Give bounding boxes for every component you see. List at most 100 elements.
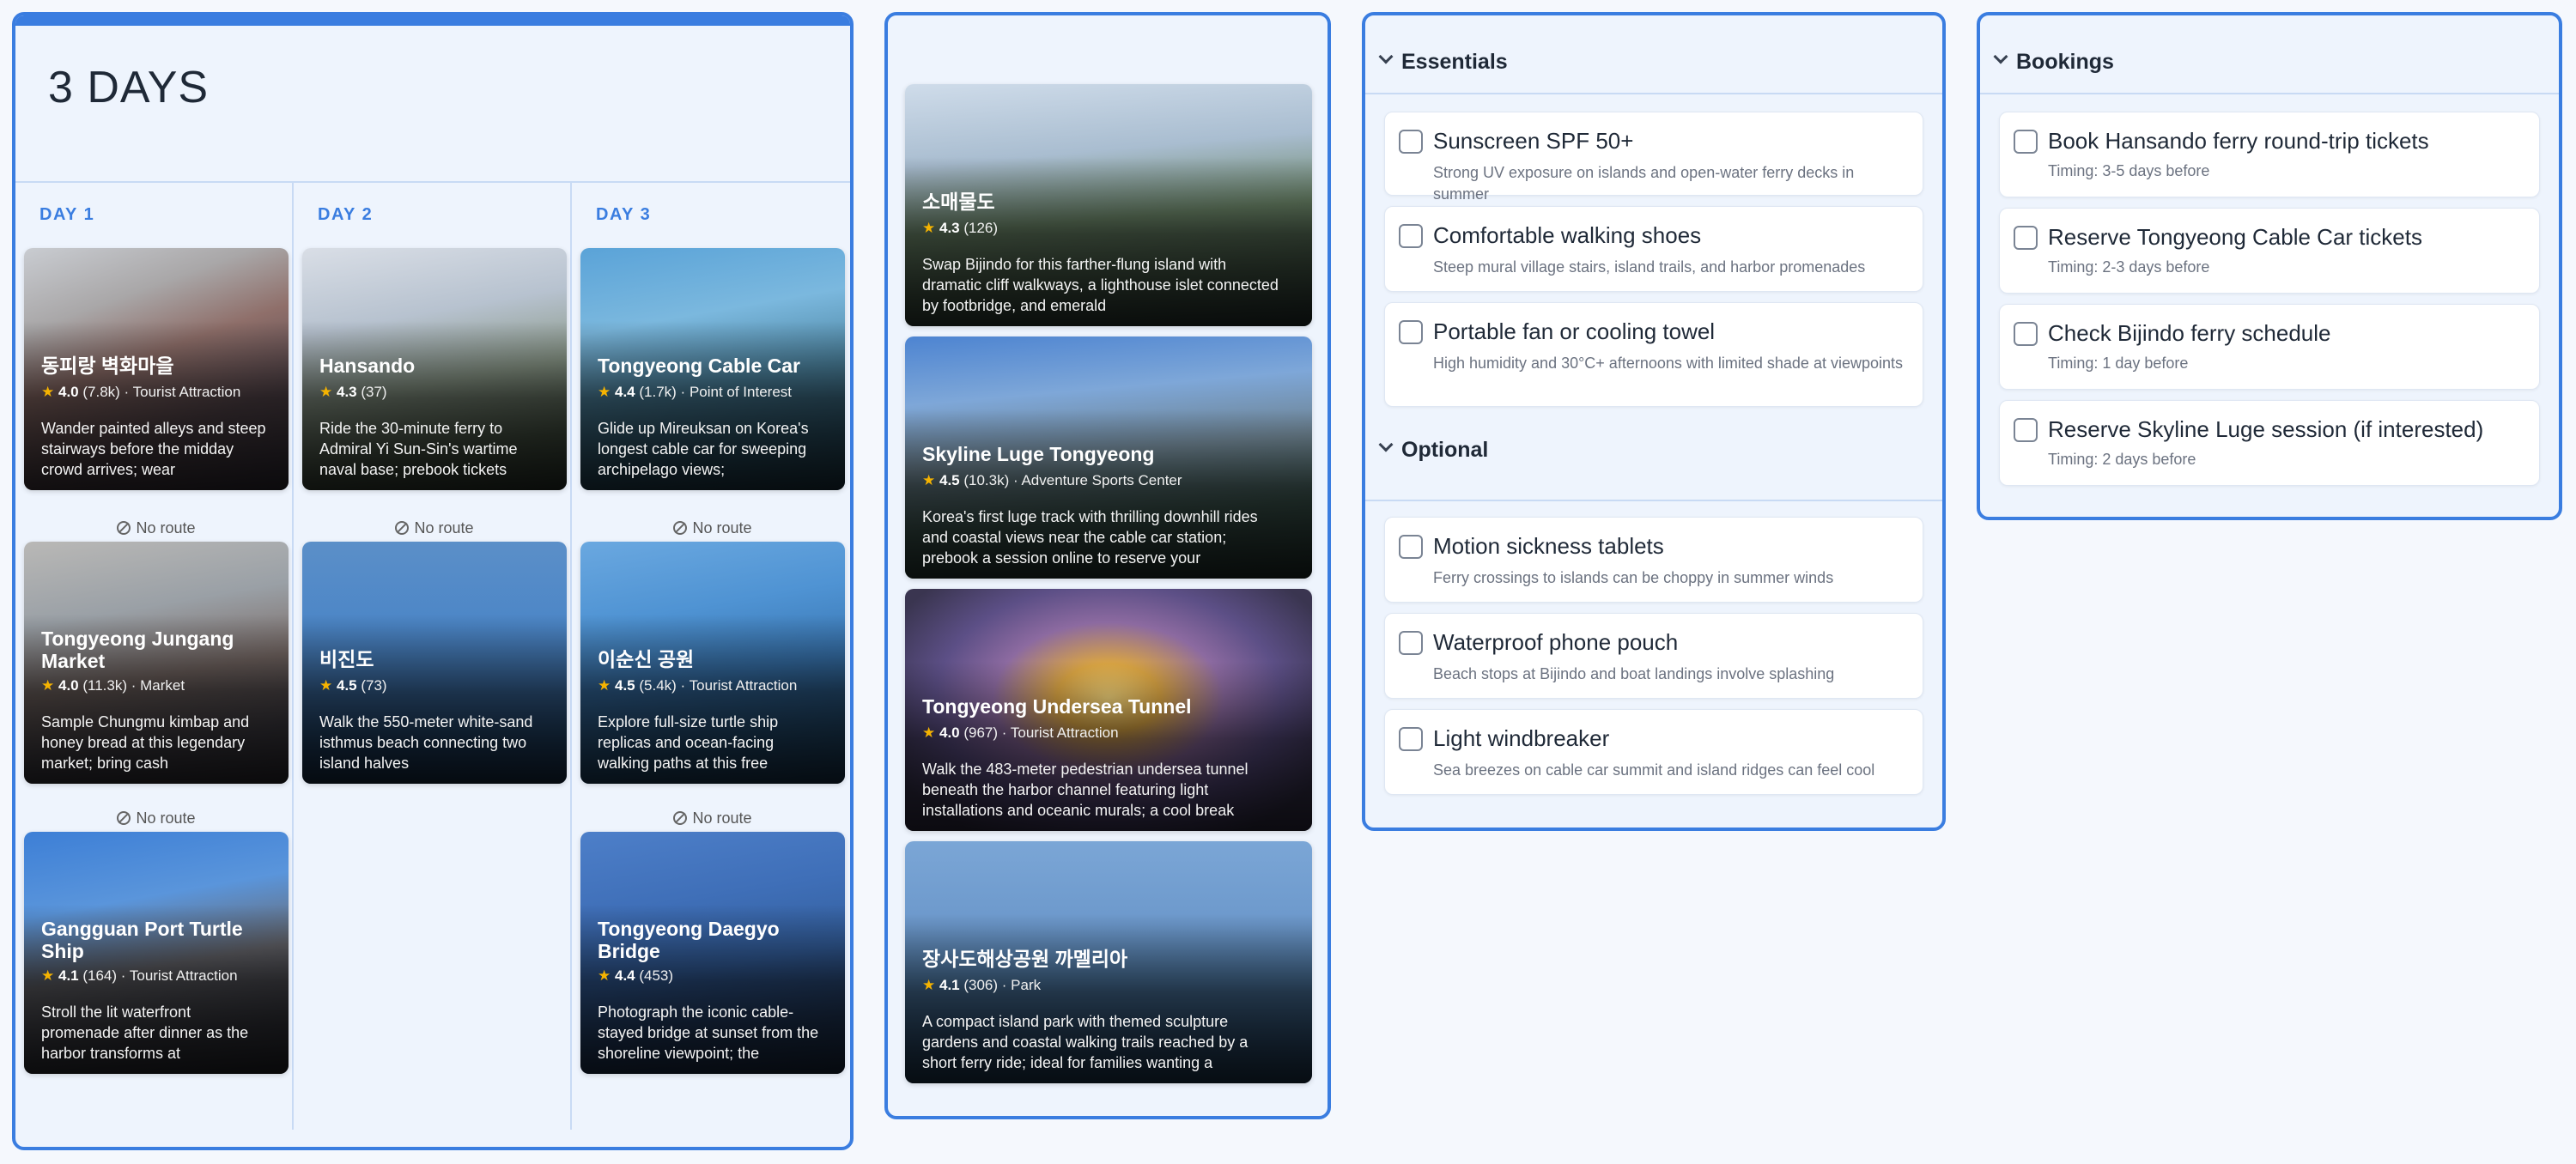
item-title: Reserve Skyline Luge session (if interes… (2048, 416, 2484, 442)
checkbox[interactable] (1399, 727, 1423, 751)
route-label: No route (136, 519, 196, 537)
route-label: No route (692, 519, 752, 537)
review-count: (5.4k) (639, 677, 677, 694)
review-count: (967) (963, 724, 999, 741)
suggestions-panel: 소매물도 ★ 4.3 (126) Swap Bijindo for this f… (884, 12, 1331, 1119)
place-card[interactable]: 이순신 공원 ★ 4.5 (5.4k) · Tourist Attraction… (580, 542, 845, 784)
section-header-essentials[interactable]: Essentials (1365, 15, 1942, 94)
place-meta: ★ 4.4 (453) (598, 967, 836, 985)
place-rating: 4.1 (58, 967, 79, 984)
place-category: Park (1011, 977, 1042, 993)
place-name: 동피랑 벽화마을 (41, 355, 174, 377)
booking-item: Book Hansando ferry round-trip tickets T… (1999, 112, 2540, 197)
section-title: Essentials (1401, 50, 1508, 74)
item-title: Motion sickness tablets (1433, 533, 1664, 559)
place-category: Tourist Attraction (129, 967, 238, 984)
checkbox[interactable] (1399, 631, 1423, 655)
chevron-down-icon (1378, 49, 1394, 64)
place-description: Walk the 550-meter white-sand isthmus be… (319, 713, 533, 772)
star-icon: ★ (598, 967, 611, 984)
place-card[interactable]: Tongyeong Jungang Market ★ 4.0 (11.3k) ·… (24, 542, 289, 784)
star-icon: ★ (41, 967, 55, 984)
item-title: Sunscreen SPF 50+ (1433, 128, 1634, 154)
star-icon: ★ (41, 677, 55, 694)
place-card[interactable]: Hansando ★ 4.3 (37) Ride the 30-minute f… (302, 248, 567, 490)
place-rating: 4.1 (939, 977, 960, 993)
place-category: Market (140, 677, 185, 694)
item-title: Comfortable walking shoes (1433, 222, 1702, 248)
place-category: Tourist Attraction (1010, 724, 1119, 741)
star-icon: ★ (922, 724, 936, 741)
suggestion-card[interactable]: Skyline Luge Tongyeong ★ 4.5 (10.3k) · A… (905, 336, 1312, 579)
place-card[interactable]: Tongyeong Cable Car ★ 4.4 (1.7k) · Point… (580, 248, 845, 490)
no-route-icon (673, 811, 688, 825)
suggestion-card[interactable]: 장사도해상공원 까멜리아 ★ 4.1 (306) · Park A compac… (905, 841, 1312, 1083)
suggestion-card[interactable]: Tongyeong Undersea Tunnel ★ 4.0 (967) · … (905, 589, 1312, 831)
item-title: Light windbreaker (1433, 725, 1610, 751)
place-meta: ★ 4.1 (306) · Park (922, 977, 1042, 993)
place-meta: ★ 4.4 (1.7k) · Point of Interest (598, 384, 793, 400)
item-title: Check Bijindo ferry schedule (2048, 320, 2331, 346)
review-count: (73) (361, 677, 387, 694)
route-label: No route (692, 809, 752, 827)
place-card[interactable]: Tongyeong Daegyo Bridge ★ 4.4 (453) Phot… (580, 832, 845, 1074)
item-description: Ferry crossings to islands can be choppy… (1433, 569, 1834, 586)
place-rating: 4.0 (58, 677, 79, 694)
item-timing: Timing: 2 days before (2048, 451, 2196, 468)
checklist-item: Portable fan or cooling towel High humid… (1384, 302, 1923, 407)
review-count: (10.3k) (963, 472, 1010, 488)
place-name: Gangguan Port Turtle Ship (41, 918, 243, 962)
no-route-icon (395, 521, 410, 535)
place-card[interactable]: 동피랑 벽화마을 ★ 4.0 (7.8k) · Tourist Attracti… (24, 248, 289, 490)
no-route-icon (673, 521, 688, 535)
day-label: DAY 1 (39, 205, 95, 224)
route-indicator[interactable]: No route (580, 519, 845, 537)
day-column-2: DAY 2 Hansando ★ 4.3 (37) Ride the 30-mi… (294, 183, 572, 1130)
place-card[interactable]: Gangguan Port Turtle Ship ★ 4.1 (164) · … (24, 832, 289, 1074)
route-indicator[interactable]: No route (24, 519, 289, 537)
section-header-optional[interactable]: Optional (1365, 422, 1942, 501)
suggestion-card[interactable]: 소매물도 ★ 4.3 (126) Swap Bijindo for this f… (905, 84, 1312, 326)
checkbox[interactable] (1399, 320, 1423, 344)
checkbox[interactable] (1399, 224, 1423, 248)
place-description: Swap Bijindo for this farther-flung isla… (922, 256, 1279, 314)
checkbox[interactable] (1399, 535, 1423, 559)
route-indicator[interactable]: No route (302, 519, 567, 537)
place-rating: 4.4 (614, 384, 635, 400)
checklist-item: Light windbreaker Sea breezes on cable c… (1384, 709, 1923, 795)
checkbox[interactable] (1399, 130, 1423, 154)
chevron-down-icon (1993, 49, 2008, 64)
place-meta: ★ 4.0 (7.8k) · Tourist Attraction (41, 384, 241, 400)
place-meta: ★ 4.5 (10.3k) · Adventure Sports Center (922, 472, 1182, 488)
checkbox[interactable] (2014, 418, 2038, 442)
place-description: Korea's first luge track with thrilling … (922, 508, 1258, 567)
place-meta: ★ 4.3 (37) (319, 384, 558, 401)
place-name: 장사도해상공원 까멜리아 (922, 948, 1128, 970)
place-rating: 4.5 (614, 677, 635, 694)
checkbox[interactable] (2014, 322, 2038, 346)
checklist-item: Waterproof phone pouch Beach stops at Bi… (1384, 613, 1923, 699)
itinerary-panel: 3 DAYS DAY 1 동피랑 벽화마을 ★ 4.0 (7.8k) · Tou… (12, 12, 854, 1150)
chevron-down-icon (1378, 437, 1394, 452)
place-name: 비진도 (319, 648, 374, 670)
route-indicator[interactable]: No route (24, 809, 289, 828)
checkbox[interactable] (2014, 130, 2038, 154)
review-count: (306) (963, 977, 999, 993)
place-meta: ★ 4.3 (126) (922, 220, 1303, 237)
route-label: No route (136, 809, 196, 827)
day-column-1: DAY 1 동피랑 벽화마을 ★ 4.0 (7.8k) · Tourist At… (15, 183, 294, 1130)
star-icon: ★ (598, 384, 611, 400)
itinerary-title: 3 DAYS (48, 63, 210, 112)
day-column-3: DAY 3 Tongyeong Cable Car ★ 4.4 (1.7k) ·… (572, 183, 850, 1130)
section-header-bookings[interactable]: Bookings (1980, 15, 2559, 94)
booking-item: Reserve Tongyeong Cable Car tickets Timi… (1999, 208, 2540, 294)
item-title: Waterproof phone pouch (1433, 629, 1679, 655)
place-description: Explore full-size turtle ship replicas a… (598, 713, 779, 772)
place-description: Glide up Mireuksan on Korea's longest ca… (598, 420, 809, 478)
place-name: Tongyeong Cable Car (598, 355, 800, 377)
checkbox[interactable] (2014, 226, 2038, 250)
place-rating: 4.4 (614, 967, 635, 984)
route-indicator[interactable]: No route (580, 809, 845, 828)
place-category: Point of Interest (689, 384, 793, 400)
place-card[interactable]: 비진도 ★ 4.5 (73) Walk the 550-meter white-… (302, 542, 567, 784)
